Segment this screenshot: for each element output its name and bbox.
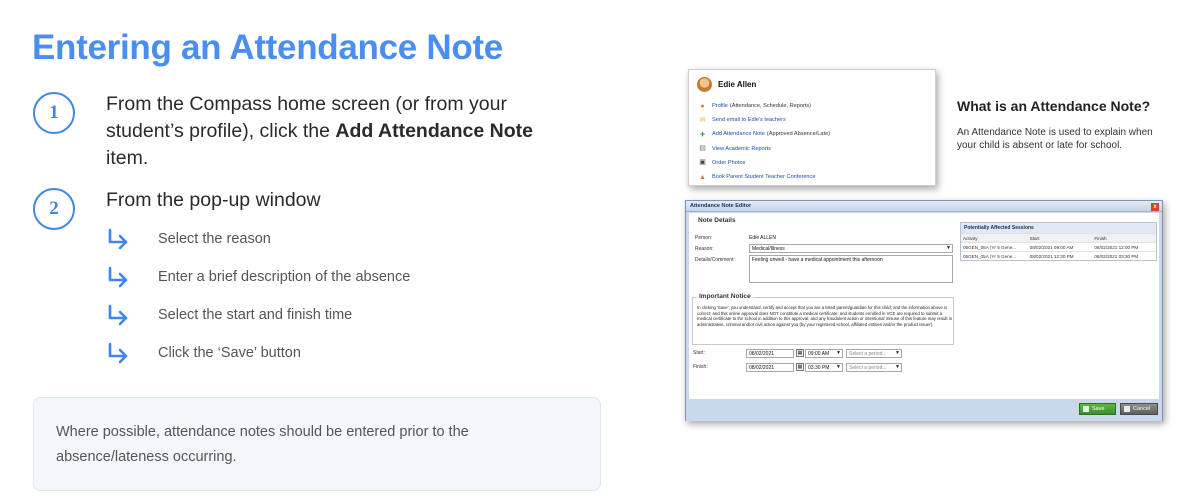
student-name: Edie Allen: [718, 80, 757, 89]
menu-item-profile[interactable]: ● Profile (Attendance, Schedule, Reports): [699, 99, 830, 113]
menu-item-label: Book Parent Student Teacher Conference: [712, 174, 816, 181]
menu-item-academic-reports[interactable]: ▤ View Academic Reports: [699, 142, 830, 156]
reason-label: Reason:: [695, 246, 714, 252]
menu-item-label: Order Photos: [712, 159, 746, 166]
avatar: [697, 77, 712, 92]
affected-sessions-table: Potentially Affected Sessions Activity S…: [960, 222, 1157, 261]
table-cell: 05GEN_05A (Yr 5 Gene...: [963, 253, 1017, 259]
arrow-icon: [108, 304, 128, 326]
menu-item-sub: (Attendance, Schedule, Reports): [729, 103, 812, 110]
important-notice-legend: Important Notice: [697, 293, 753, 300]
save-label: Save: [1092, 406, 1105, 412]
arrow-icon: [108, 342, 128, 364]
plus-icon: +: [699, 128, 706, 139]
close-icon[interactable]: x: [1151, 202, 1159, 211]
step-2-text: From the pop-up window: [106, 189, 321, 211]
start-time-value: 09:00 AM: [808, 351, 830, 357]
substep-time: Select the start and finish time: [158, 307, 353, 323]
person-label: Person:: [695, 235, 713, 241]
note-details-group: Note Details Person: Edie ALLEN Reason: …: [691, 217, 955, 295]
camera-icon: ▣: [699, 159, 706, 167]
page-title: Entering an Attendance Note: [32, 28, 503, 67]
calendar-icon[interactable]: ▦: [796, 349, 804, 357]
important-notice-group: Important Notice In clicking 'Save', you…: [692, 293, 954, 345]
table-cell: 05GEN_05A (Yr 5 Gene...: [963, 244, 1017, 250]
chevron-down-icon: ▼: [946, 245, 951, 251]
substep-reason: Select the reason: [158, 231, 271, 247]
chevron-down-icon: ▼: [895, 364, 900, 370]
finish-period-placeholder: Select a period...: [849, 365, 887, 371]
comment-label: Details/Comment:: [695, 257, 735, 263]
arrow-icon: [108, 228, 128, 250]
start-period-select[interactable]: Select a period... ▼: [846, 349, 902, 358]
menu-item-sub: (Approved Absence/Late): [766, 131, 831, 138]
substep-description: Enter a brief description of the absence: [158, 269, 411, 285]
start-time-select[interactable]: 09:00 AM ▼: [805, 349, 843, 358]
cancel-icon: [1124, 406, 1130, 412]
side-title: What is an Attendance Note?: [957, 98, 1151, 114]
menu-item-label: Send email to Edie's teachers: [712, 117, 786, 124]
table-row: 05GEN_05A (Yr 5 Gene... 08/02/2021 12:30…: [961, 251, 1156, 260]
editor-body: Note Details Person: Edie ALLEN Reason: …: [689, 213, 1159, 399]
menu-item-email[interactable]: ✉ Send email to Edie's teachers: [699, 113, 830, 127]
save-button[interactable]: Save: [1079, 403, 1116, 415]
reason-select[interactable]: Medical/Illness ▼: [749, 244, 953, 253]
editor-title: Attendance Note Editor: [686, 201, 1162, 212]
chevron-down-icon: ▼: [836, 350, 841, 356]
finish-date-input[interactable]: 08/02/2021: [746, 363, 794, 372]
menu-item-label: Add Attendance Note: [712, 131, 765, 138]
table-cell: 08/02/2021 09:00 AM: [1029, 244, 1074, 250]
email-icon: ✉: [699, 116, 706, 124]
menu-header: Edie Allen: [697, 77, 756, 92]
table-row: 05GEN_05A (Yr 5 Gene... 08/02/2021 09:00…: [961, 242, 1156, 251]
person-icon: ●: [700, 102, 705, 110]
menu-item-order-photos[interactable]: ▣ Order Photos: [699, 156, 830, 170]
arrow-icon: [108, 266, 128, 288]
cancel-button[interactable]: Cancel: [1120, 403, 1158, 415]
notice-text: In clicking 'Save', you understand, cert…: [697, 305, 953, 328]
finish-time-select[interactable]: 03:30 PM ▼: [805, 363, 843, 372]
step-1-number: 1: [33, 92, 75, 134]
menu-item-label: View Academic Reports: [712, 145, 771, 152]
chevron-down-icon: ▼: [895, 350, 900, 356]
save-icon: [1083, 406, 1089, 412]
column-header: Start: [1029, 235, 1040, 241]
cancel-label: Cancel: [1133, 406, 1151, 412]
conference-icon: ▲: [699, 173, 706, 181]
sessions-header-row: Activity Start Finish: [961, 233, 1156, 242]
table-cell: 08/02/2021 12:00 PM: [1094, 244, 1139, 250]
menu-item-label: Profile: [712, 103, 728, 110]
finish-period-select[interactable]: Select a period... ▼: [846, 363, 902, 372]
finish-time-value: 03:30 PM: [808, 365, 830, 371]
compass-menu-screenshot: Edie Allen ● Profile (Attendance, Schedul…: [688, 69, 936, 186]
person-value: Edie ALLEN: [749, 235, 776, 241]
menu-item-add-attendance-note[interactable]: + Add Attendance Note (Approved Absence/L…: [699, 127, 830, 141]
step-2-number: 2: [33, 188, 75, 230]
table-cell: 08/02/2021 03:30 PM: [1094, 253, 1139, 259]
chevron-down-icon: ▼: [836, 364, 841, 370]
finish-label: Finish:: [693, 364, 708, 370]
start-period-placeholder: Select a period...: [849, 351, 887, 357]
attendance-note-editor: Attendance Note Editor x Note Details Pe…: [685, 200, 1163, 421]
tip-box: Where possible, attendance notes should …: [33, 397, 601, 491]
column-header: Finish: [1094, 235, 1107, 241]
comment-textarea[interactable]: Feeling unwell - have a medical appointm…: [749, 255, 953, 283]
start-date-input[interactable]: 08/02/2021: [746, 349, 794, 358]
report-icon: ▤: [699, 145, 706, 153]
start-label: Start:: [693, 350, 705, 356]
step-1-text: From the Compass home screen (or from yo…: [106, 93, 533, 169]
calendar-icon[interactable]: ▦: [796, 363, 804, 371]
side-text: An Attendance Note is used to explain wh…: [957, 127, 1153, 151]
menu-item-book-conference[interactable]: ▲ Book Parent Student Teacher Conference: [699, 170, 830, 184]
column-header: Activity: [963, 235, 978, 241]
substep-save: Click the ‘Save’ button: [158, 345, 301, 361]
menu-list: ● Profile (Attendance, Schedule, Reports)…: [699, 99, 830, 184]
sessions-title: Potentially Affected Sessions: [961, 223, 1156, 233]
note-details-legend: Note Details: [696, 217, 738, 224]
editor-footer: Save Cancel: [686, 399, 1162, 421]
reason-value: Medical/Illness: [752, 246, 785, 252]
table-cell: 08/02/2021 12:30 PM: [1029, 253, 1074, 259]
